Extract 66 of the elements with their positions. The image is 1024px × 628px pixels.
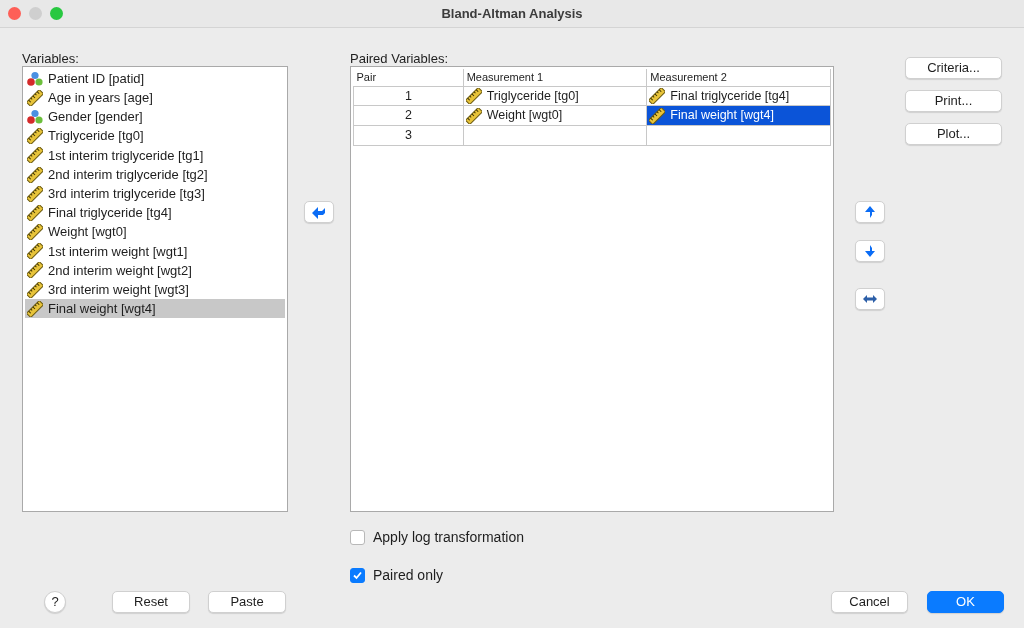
check-icon xyxy=(352,570,363,581)
column-header: Measurement 1 xyxy=(463,69,647,86)
ruler-icon xyxy=(649,107,666,124)
ruler-icon xyxy=(465,87,482,104)
three-balls-icon xyxy=(27,70,43,87)
ruler-icon xyxy=(27,147,43,164)
ruler-icon xyxy=(27,89,43,106)
ruler-icon xyxy=(27,185,43,202)
dialog-button[interactable]: Criteria... xyxy=(905,57,1002,79)
checkbox-label: Apply log transformation xyxy=(373,528,524,547)
ruler-icon xyxy=(27,204,43,221)
move-button[interactable] xyxy=(304,201,334,223)
window-title: Bland-Altman Analysis xyxy=(441,4,583,23)
variable-item[interactable]: 3rd interim triglyceride [tg3] xyxy=(25,184,285,204)
move-down-button[interactable] xyxy=(854,240,885,262)
measurement-cell[interactable] xyxy=(646,125,831,146)
checkbox[interactable] xyxy=(350,568,365,583)
ruler-icon xyxy=(27,224,43,241)
variable-item[interactable]: Age in years [age] xyxy=(25,88,285,108)
column-header: Measurement 2 xyxy=(646,69,831,86)
measurement-cell[interactable]: Final triglyceride [tg4] xyxy=(646,86,831,106)
ruler-icon xyxy=(27,300,43,317)
dialog-button[interactable]: Print... xyxy=(905,90,1002,112)
measurement-cell[interactable]: Triglyceride [tg0] xyxy=(463,86,647,106)
paired-variables-label: Paired Variables: xyxy=(350,51,449,66)
move-up-button[interactable] xyxy=(854,201,885,223)
ruler-icon xyxy=(27,243,43,260)
minimize-button[interactable] xyxy=(29,7,42,20)
ruler-icon xyxy=(27,262,43,279)
variables-label: Variables: xyxy=(22,51,79,66)
checkbox-label: Paired only xyxy=(373,566,444,585)
dialog-button[interactable]: Plot... xyxy=(905,123,1002,145)
swap-button[interactable] xyxy=(854,288,885,310)
help-button[interactable]: ? xyxy=(44,591,66,613)
cancel-button[interactable]: Cancel xyxy=(831,591,908,613)
variable-item[interactable]: 2nd interim triglyceride [tg2] xyxy=(25,164,285,185)
variable-item[interactable]: Final weight [wgt4] xyxy=(25,299,285,319)
ruler-icon xyxy=(27,281,43,298)
variable-item[interactable]: 1st interim triglyceride [tg1] xyxy=(25,145,285,165)
zoom-button[interactable] xyxy=(50,7,63,20)
variable-item[interactable]: Final triglyceride [tg4] xyxy=(25,203,285,223)
pair-number-cell: 2 xyxy=(353,105,464,126)
ruler-icon xyxy=(27,128,43,145)
measurement-cell[interactable]: Weight [wgt0] xyxy=(463,105,647,126)
dialog-button[interactable]: Reset xyxy=(112,591,190,613)
variable-item[interactable]: 1st interim weight [wgt1] xyxy=(25,241,285,261)
ok-button[interactable]: OK xyxy=(927,591,1004,613)
column-header: Pair xyxy=(353,69,464,86)
swap-arrow-icon xyxy=(861,292,878,306)
checkbox[interactable] xyxy=(350,530,365,545)
left-arrow-icon xyxy=(311,205,327,219)
variable-item[interactable]: Patient ID [patid] xyxy=(25,69,285,89)
ruler-icon xyxy=(649,87,666,104)
ruler-icon xyxy=(465,107,482,124)
variable-item[interactable]: 3rd interim weight [wgt3] xyxy=(25,280,285,300)
close-button[interactable] xyxy=(8,7,21,20)
pair-number-cell: 3 xyxy=(353,125,464,146)
pair-number-cell: 1 xyxy=(353,86,464,106)
variable-item[interactable]: Triglyceride [tg0] xyxy=(25,126,285,146)
dialog-button[interactable]: Paste xyxy=(208,591,286,613)
measurement-cell[interactable] xyxy=(463,125,647,146)
ruler-icon xyxy=(27,166,43,183)
variable-item[interactable]: 2nd interim weight [wgt2] xyxy=(25,260,285,281)
variable-item[interactable]: Weight [wgt0] xyxy=(25,222,285,242)
variable-item[interactable]: Gender [gender] xyxy=(25,107,285,127)
three-balls-icon xyxy=(27,108,43,125)
